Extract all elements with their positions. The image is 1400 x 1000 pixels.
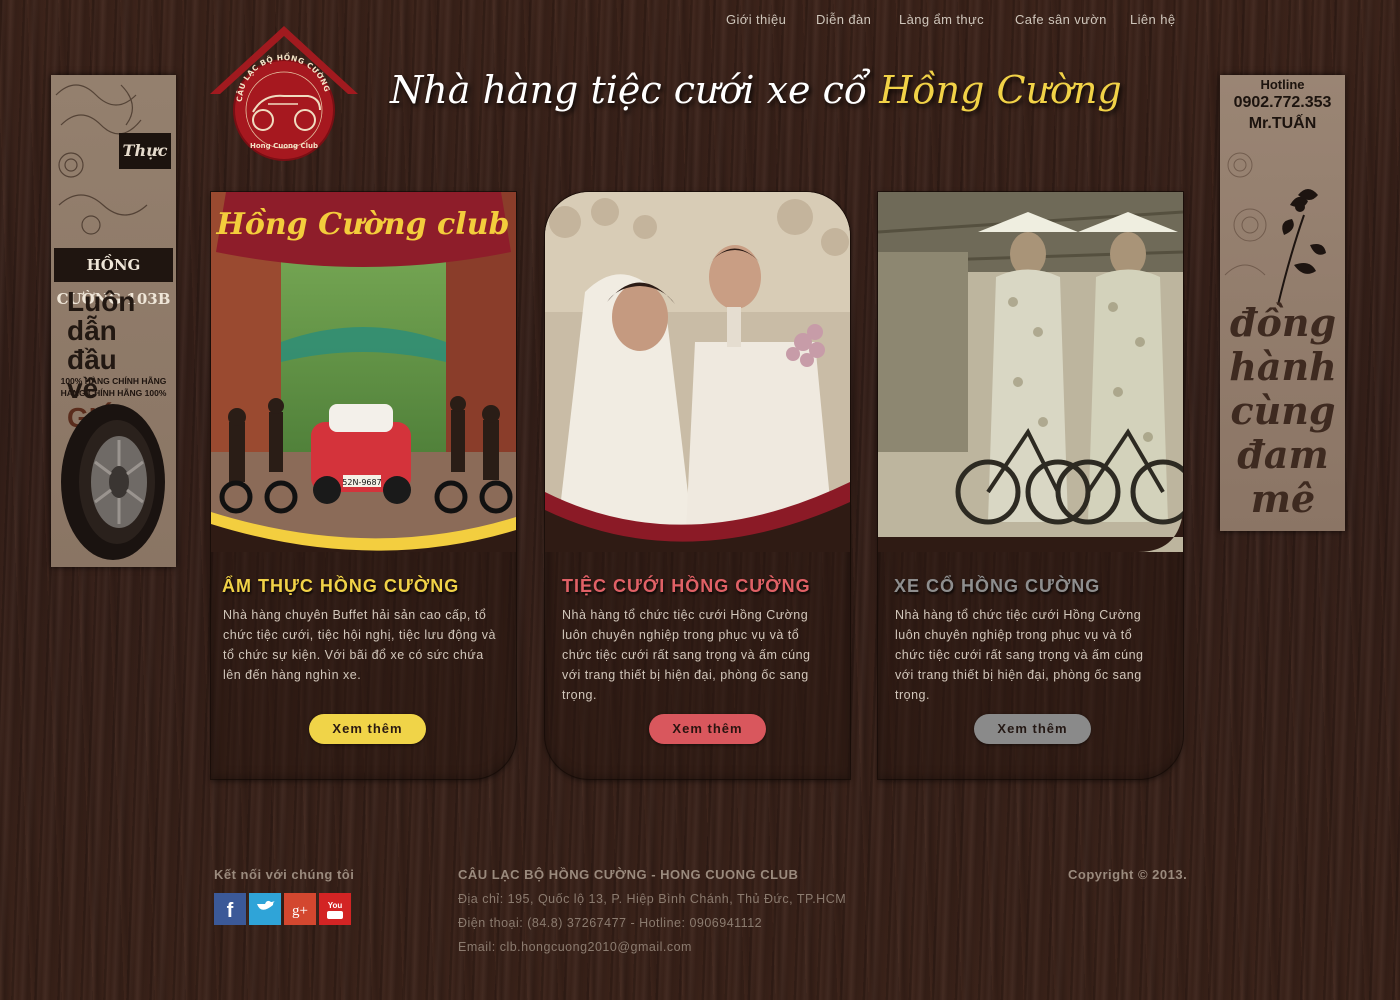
youtube-icon[interactable]: You xyxy=(319,893,351,925)
plate-text: 52N-9687 xyxy=(342,478,381,487)
card-am-thuc-photo: Hồng Cường club 52N-9687 xyxy=(211,192,516,552)
tire-icon xyxy=(61,404,165,560)
footer-email[interactable]: Email: clb.hongcuong2010@gmail.com xyxy=(458,940,692,954)
slogan-line-3: đầu xyxy=(67,344,117,375)
card-xe-co-title[interactable]: XE CỔ HỒNG CƯỜNG xyxy=(894,576,1183,597)
site-title: Nhà hàng tiệc cưới xe cổ Hồng Cường xyxy=(390,68,1150,132)
svg-text:f: f xyxy=(227,900,234,922)
svg-text:g+: g+ xyxy=(292,903,308,919)
twitter-icon[interactable] xyxy=(249,893,281,925)
facebook-icon[interactable]: f xyxy=(214,893,246,925)
left-banner-brand: HỒNG CƯỜNG 103B xyxy=(54,248,173,308)
card-xe-co-photo xyxy=(878,192,1183,552)
slogan-line-2: dẫn xyxy=(67,315,117,346)
footer-address: Địa chỉ: 195, Quốc lộ 13, P. Hiệp Bình C… xyxy=(458,892,847,906)
left-banner-logo: Thực xyxy=(119,133,171,169)
card-am-thuc-more-button[interactable]: Xem thêm xyxy=(309,714,426,744)
footer-copyright: Copyright © 2013. xyxy=(1068,867,1188,882)
footer-phone: Điện thoại: (84.8) 37267477 - Hotline: 0… xyxy=(458,916,763,930)
site-title-main: Nhà hàng tiệc cưới xe cổ xyxy=(390,68,868,112)
logo-emblem-icon: CÂU LẠC BỘ HỒNG CƯỜNG Hong Cuong Club xyxy=(210,26,358,161)
social-links: f g+ You xyxy=(214,893,354,925)
card-tiec-cuoi-photo xyxy=(545,192,850,552)
hotline-contact-name: Mr.TUẤN xyxy=(1248,115,1317,132)
nav-item-lien-he[interactable]: Liên hệ xyxy=(1130,12,1175,27)
card-xe-co-description: Nhà hàng tổ chức tiệc cưới Hồng Cường lu… xyxy=(895,608,1144,702)
nav-item-cafe-san-vuon[interactable]: Cafe sân vườn xyxy=(1015,12,1107,27)
nav-item-lang-am-thuc[interactable]: Làng ẩm thực xyxy=(899,12,984,27)
photo-sign-text: Hồng Cường club xyxy=(216,207,510,242)
slogan-line-1: Luôn xyxy=(67,286,136,317)
card-am-thuc-title[interactable]: ẨM THỰC HỒNG CƯỜNG xyxy=(222,576,512,597)
card-tiec-cuoi-more-button[interactable]: Xem thêm xyxy=(649,714,766,744)
card-xe-co-more-button[interactable]: Xem thêm xyxy=(974,714,1091,744)
logo-bottom-text: Hong Cuong Club xyxy=(250,142,318,150)
card-am-thuc: Hồng Cường club 52N-9687 ẨM THỰC HỒNG CƯ… xyxy=(211,192,516,779)
site-title-accent: Hồng Cường xyxy=(879,68,1122,112)
top-nav: Giới thiệu Diễn đàn Làng ẩm thực Cafe sâ… xyxy=(712,12,1192,32)
svg-text:You: You xyxy=(328,901,343,910)
left-banner-note: 100% HÀNG CHÍNH HÃNG HÀNG CHÍNH HÃNG 100… xyxy=(55,375,172,399)
nav-item-gioi-thieu[interactable]: Giới thiệu xyxy=(726,12,786,27)
note-line-1: 100% HÀNG CHÍNH HÃNG xyxy=(60,376,167,386)
flower-ornament-icon xyxy=(1224,152,1326,306)
card-xe-co: XE CỔ HỒNG CƯỜNG Nhà hàng tổ chức tiệc c… xyxy=(878,192,1183,779)
right-ad-banner[interactable]: Hotline 0902.772.353 Mr.TUẤN đồng hành c… xyxy=(1220,75,1345,531)
card-tiec-cuoi-title[interactable]: TIỆC CƯỚI HỒNG CƯỜNG xyxy=(562,576,850,597)
card-tiec-cuoi-description: Nhà hàng tổ chức tiệc cưới Hồng Cường lu… xyxy=(562,608,811,702)
footer-club-name: CÂU LẠC BỘ HỒNG CƯỜNG - HONG CUONG CLUB xyxy=(458,867,799,882)
hotline-phone[interactable]: 0902.772.353 xyxy=(1220,94,1345,112)
footer-connect-label: Kết nối với chúng tôi xyxy=(214,867,355,882)
hotline-label: Hotline xyxy=(1260,77,1305,92)
note-line-2: HÀNG CHÍNH HÃNG 100% xyxy=(60,388,167,398)
card-am-thuc-description: Nhà hàng chuyên Buffet hải sản cao cấp, … xyxy=(223,608,496,682)
right-banner-slogan: đồng hành cùng đam mê xyxy=(1229,300,1337,521)
google-plus-icon[interactable]: g+ xyxy=(284,893,316,925)
card-tiec-cuoi: TIỆC CƯỚI HỒNG CƯỜNG Nhà hàng tổ chức ti… xyxy=(545,192,850,779)
nav-item-dien-dan[interactable]: Diễn đàn xyxy=(816,12,871,27)
left-ad-banner[interactable]: Thực HỒNG CƯỜNG 103B Luôn dẫn đầu về GIÁ… xyxy=(51,75,176,567)
site-logo[interactable]: CÂU LẠC BỘ HỒNG CƯỜNG Hong Cuong Club xyxy=(208,24,360,162)
